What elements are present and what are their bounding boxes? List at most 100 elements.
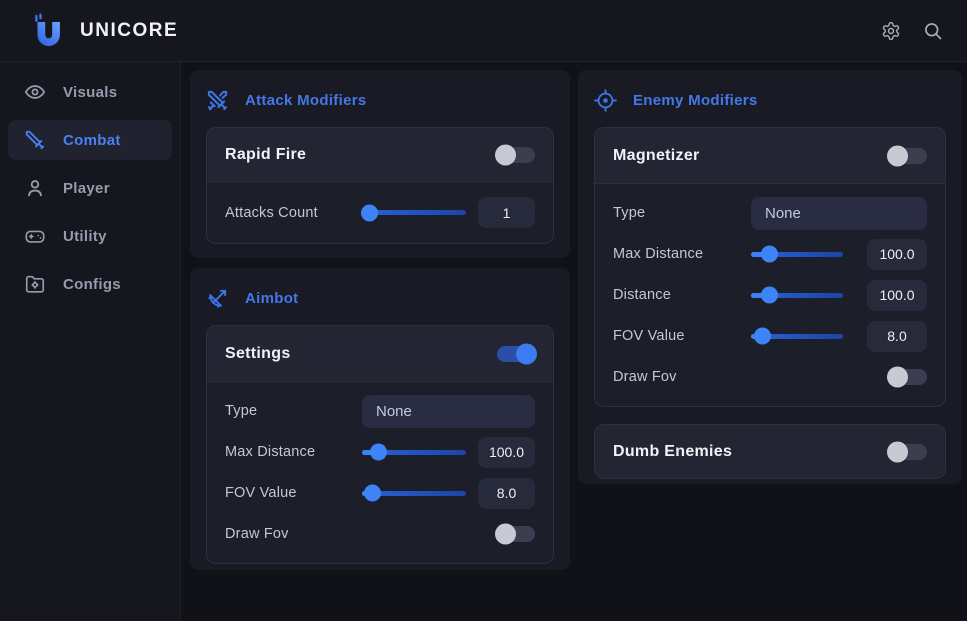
gear-icon[interactable]	[881, 21, 901, 41]
distance-slider[interactable]	[751, 293, 843, 298]
enemy-max-distance-row: Max Distance 100.0	[613, 237, 927, 271]
sidebar-item-label: Configs	[63, 276, 121, 293]
brand: UNICORE	[28, 11, 178, 51]
aimbot-type-dropdown[interactable]: None	[362, 395, 535, 428]
aimbot-settings-toggle[interactable]	[497, 346, 535, 362]
max-distance-slider[interactable]	[751, 252, 843, 257]
aimbot-draw-fov-row: Draw Fov	[225, 517, 535, 551]
draw-fov-label: Draw Fov	[613, 369, 889, 385]
enemy-draw-fov-row: Draw Fov	[613, 360, 927, 394]
settings-label: Settings	[225, 345, 291, 363]
target-icon	[594, 89, 617, 112]
attacks-count-slider[interactable]	[362, 210, 466, 215]
attacks-count-row: Attacks Count 1	[207, 181, 553, 243]
slider-handle[interactable]	[751, 252, 769, 257]
fov-value[interactable]: 8.0	[478, 478, 535, 509]
max-distance-label: Max Distance	[613, 246, 751, 262]
distance-label: Distance	[613, 287, 751, 303]
draw-fov-toggle[interactable]	[889, 369, 927, 385]
sidebar-item-visuals[interactable]: Visuals	[8, 72, 172, 112]
sidebar-item-label: Combat	[63, 132, 121, 149]
dumb-enemies-row: Dumb Enemies	[595, 425, 945, 478]
aimbot-card: Settings Type None Max Distance	[206, 325, 554, 564]
sidebar-item-utility[interactable]: Utility	[8, 216, 172, 256]
crossed-swords-icon	[206, 89, 229, 112]
aimbot-panel: Aimbot Settings Type None Max Distance	[190, 268, 570, 570]
dumb-enemies-card: Dumb Enemies	[594, 424, 946, 479]
fov-slider[interactable]	[751, 334, 843, 339]
aimbot-settings-body: Type None Max Distance 100.0	[207, 381, 553, 563]
toggle-knob	[887, 441, 908, 462]
max-distance-slider[interactable]	[362, 450, 466, 455]
attacks-count-value[interactable]: 1	[478, 197, 535, 228]
rapid-fire-toggle[interactable]	[497, 147, 535, 163]
sidebar-item-label: Utility	[63, 228, 107, 245]
rapid-fire-label: Rapid Fire	[225, 146, 306, 164]
attack-modifiers-panel: Attack Modifiers Rapid Fire Attacks Coun…	[190, 70, 570, 258]
header-actions	[881, 21, 943, 41]
rapid-fire-row: Rapid Fire	[207, 128, 553, 181]
attack-modifiers-card: Rapid Fire Attacks Count 1	[206, 127, 554, 244]
toggle-knob	[495, 144, 516, 165]
toggle-knob	[495, 524, 516, 545]
magnetizer-toggle[interactable]	[889, 148, 927, 164]
enemy-modifiers-header: Enemy Modifiers	[594, 88, 946, 112]
draw-fov-toggle[interactable]	[497, 526, 535, 542]
dumb-enemies-toggle[interactable]	[889, 444, 927, 460]
app-title: UNICORE	[80, 20, 178, 42]
slider-handle[interactable]	[362, 450, 378, 455]
aimbot-fov-row: FOV Value 8.0	[225, 476, 535, 510]
slider-handle[interactable]	[751, 334, 762, 339]
slider-handle[interactable]	[362, 491, 372, 496]
app-window: UNICORE Visuals Combat	[0, 0, 967, 621]
draw-fov-label: Draw Fov	[225, 526, 497, 542]
type-label: Type	[613, 205, 751, 221]
attack-modifiers-header: Attack Modifiers	[206, 88, 554, 112]
aimbot-settings-row: Settings	[207, 326, 553, 381]
toggle-knob	[516, 343, 537, 364]
magnetizer-card: Magnetizer Type None Max Distance	[594, 127, 946, 407]
panel-title: Aimbot	[245, 290, 298, 307]
main-content: Attack Modifiers Rapid Fire Attacks Coun…	[181, 62, 967, 621]
distance-value[interactable]: 100.0	[867, 280, 927, 311]
fov-value-label: FOV Value	[225, 485, 362, 501]
bow-arrow-icon	[206, 287, 229, 310]
magnetizer-label: Magnetizer	[613, 147, 700, 165]
slider-handle[interactable]	[362, 210, 369, 215]
eye-icon	[24, 81, 46, 103]
search-icon[interactable]	[923, 21, 943, 41]
attacks-count-control: 1	[362, 197, 535, 228]
aimbot-max-distance-row: Max Distance 100.0	[225, 435, 535, 469]
enemy-modifiers-panel: Enemy Modifiers Magnetizer Type None Max	[578, 70, 962, 484]
fov-value[interactable]: 8.0	[867, 321, 927, 352]
panel-title: Enemy Modifiers	[633, 92, 758, 109]
fov-slider[interactable]	[362, 491, 466, 496]
sidebar-item-configs[interactable]: Configs	[8, 264, 172, 304]
person-icon	[24, 177, 46, 199]
sidebar-item-label: Player	[63, 180, 110, 197]
sidebar-item-combat[interactable]: Combat	[8, 120, 172, 160]
max-distance-value[interactable]: 100.0	[478, 437, 535, 468]
max-distance-label: Max Distance	[225, 444, 362, 460]
sidebar: Visuals Combat Player Utility	[0, 62, 181, 621]
toggle-knob	[887, 145, 908, 166]
attacks-count-label: Attacks Count	[225, 205, 362, 221]
sidebar-item-label: Visuals	[63, 84, 117, 101]
magnetizer-settings-body: Type None Max Distance 100.0	[595, 183, 945, 406]
type-label: Type	[225, 403, 362, 419]
slider-handle[interactable]	[751, 293, 769, 298]
dumb-enemies-label: Dumb Enemies	[613, 443, 732, 461]
enemy-type-row: Type None	[613, 196, 927, 230]
enemy-distance-row: Distance 100.0	[613, 278, 927, 312]
top-bar: UNICORE	[0, 0, 967, 62]
magnetizer-row: Magnetizer	[595, 128, 945, 183]
enemy-type-dropdown[interactable]: None	[751, 197, 927, 230]
unicore-logo-icon	[28, 11, 68, 51]
panel-title: Attack Modifiers	[245, 92, 367, 109]
sidebar-item-player[interactable]: Player	[8, 168, 172, 208]
toggle-knob	[887, 367, 908, 388]
aimbot-header: Aimbot	[206, 286, 554, 310]
enemy-fov-row: FOV Value 8.0	[613, 319, 927, 353]
fov-value-label: FOV Value	[613, 328, 751, 344]
max-distance-value[interactable]: 100.0	[867, 239, 927, 270]
